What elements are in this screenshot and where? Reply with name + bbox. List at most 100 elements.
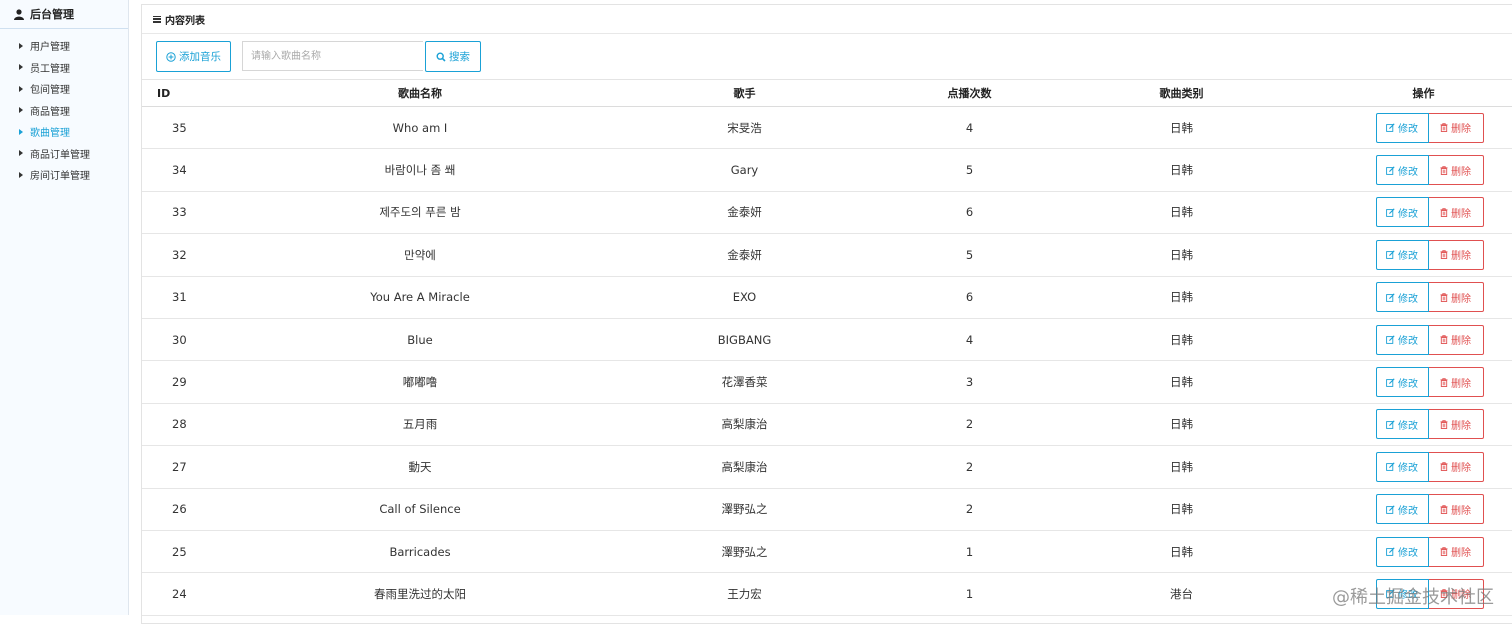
sidebar-item-label: 用户管理 (30, 42, 70, 54)
cell-category: 日韩 (1170, 375, 1193, 390)
cell-song-name: You Are A Miracle (370, 290, 470, 305)
edit-button[interactable]: 修改 (1375, 409, 1429, 440)
table-row: 26 Call of Silence 澤野弘之 2 日韩 修改 删除 (142, 488, 1512, 531)
delete-button[interactable]: 删除 (1428, 197, 1484, 228)
sidebar-item-label: 包间管理 (30, 85, 70, 97)
edit-button[interactable]: 修改 (1375, 578, 1429, 609)
edit-icon (1386, 420, 1395, 429)
delete-button[interactable]: 删除 (1428, 112, 1484, 143)
search-label: 搜索 (449, 51, 470, 63)
cell-song-name: 만약에 (404, 247, 436, 262)
cell-category: 日韩 (1170, 459, 1193, 474)
sidebar-item-label: 房间订单管理 (30, 171, 90, 183)
cell-actions: 修改 删除 (1335, 446, 1512, 488)
delete-label: 删除 (1451, 420, 1471, 432)
cell-singer: 宋旻浩 (727, 120, 762, 135)
edit-button[interactable]: 修改 (1375, 239, 1429, 270)
edit-button[interactable]: 修改 (1375, 367, 1429, 398)
edit-button[interactable]: 修改 (1375, 324, 1429, 355)
cell-category: 日韩 (1170, 417, 1193, 432)
cell-category: 日韩 (1170, 247, 1193, 262)
delete-button[interactable]: 删除 (1428, 409, 1484, 440)
cell-plays: 1 (965, 586, 974, 601)
edit-icon (1386, 208, 1395, 217)
edit-label: 修改 (1398, 378, 1418, 390)
sidebar-item[interactable]: 歌曲管理 (0, 121, 128, 143)
list-icon (153, 15, 161, 23)
sidebar-item-label: 员工管理 (30, 63, 70, 75)
cell-id: 34 (172, 163, 187, 178)
delete-button[interactable]: 删除 (1428, 578, 1484, 609)
cell-plays: 6 (965, 290, 974, 305)
trash-icon (1440, 335, 1448, 345)
user-icon (14, 8, 24, 20)
delete-button[interactable]: 删除 (1428, 451, 1484, 482)
cell-song-name: Blue (407, 332, 433, 347)
cell-actions: 修改 删除 (1335, 403, 1512, 445)
delete-button[interactable]: 删除 (1428, 367, 1484, 398)
caret-right-icon (19, 107, 23, 114)
cell-id: 26 (172, 502, 187, 517)
cell-singer: 高梨康治 (721, 459, 768, 474)
delete-button[interactable]: 删除 (1428, 494, 1484, 525)
cell-plays: 2 (965, 502, 974, 517)
cell-singer: 王力宏 (727, 586, 762, 601)
cell-plays: 4 (965, 332, 974, 347)
cell-id: 30 (172, 332, 187, 347)
search-button[interactable]: 搜索 (425, 41, 481, 72)
trash-icon (1440, 250, 1448, 260)
edit-button[interactable]: 修改 (1375, 494, 1429, 525)
cell-category: 日韩 (1170, 502, 1193, 517)
cell-actions: 修改 删除 (1335, 361, 1512, 403)
edit-icon (1386, 589, 1395, 599)
search-input[interactable] (242, 41, 423, 71)
delete-button[interactable]: 删除 (1428, 239, 1484, 270)
cell-actions: 修改 删除 (1335, 107, 1512, 149)
sidebar-item[interactable]: 房间订单管理 (0, 164, 128, 186)
sidebar-item[interactable]: 商品订单管理 (0, 143, 128, 165)
cell-plays: 2 (965, 459, 974, 474)
cell-actions: 修改 删除 (1335, 191, 1512, 233)
edit-label: 修改 (1398, 420, 1418, 432)
delete-label: 删除 (1451, 166, 1471, 178)
caret-right-icon (19, 171, 23, 178)
delete-button[interactable]: 删除 (1428, 282, 1484, 313)
edit-label: 修改 (1398, 208, 1418, 220)
table-row: 24 春雨里洗过的太阳 王力宏 1 港台 修改 删除 (142, 573, 1512, 616)
sidebar-item[interactable]: 用户管理 (0, 35, 128, 57)
header-song-name: 歌曲名称 (398, 87, 442, 100)
sidebar-item[interactable]: 员工管理 (0, 57, 128, 79)
add-music-button[interactable]: 添加音乐 (156, 41, 231, 72)
panel-title: 内容列表 (165, 15, 205, 27)
edit-label: 修改 (1398, 336, 1418, 348)
sidebar-item[interactable]: 包间管理 (0, 78, 128, 100)
trash-icon (1440, 208, 1448, 217)
sidebar-item[interactable]: 商品管理 (0, 100, 128, 122)
cell-singer: 金泰妍 (727, 247, 762, 262)
edit-button[interactable]: 修改 (1375, 155, 1429, 186)
sidebar: 后台管理 用户管理 员工管理 包间管理 商品管理 歌曲管理 商品订单管理 房间订单管理 (0, 0, 129, 615)
edit-button[interactable]: 修改 (1375, 282, 1429, 313)
edit-icon (1386, 462, 1395, 472)
cell-actions: 修改 删除 (1335, 276, 1512, 318)
edit-button[interactable]: 修改 (1375, 197, 1429, 228)
trash-icon (1440, 462, 1448, 472)
edit-button[interactable]: 修改 (1375, 112, 1429, 143)
table-row: 34 바람이나 좀 쐐 Gary 5 日韩 修改 删除 (142, 149, 1512, 192)
delete-button[interactable]: 删除 (1428, 155, 1484, 186)
cell-plays: 6 (965, 205, 974, 220)
table-row: 32 만약에 金泰妍 5 日韩 修改 删除 (142, 234, 1512, 277)
cell-singer: BIGBANG (717, 332, 772, 347)
cell-id: 24 (172, 586, 187, 601)
add-music-label: 添加音乐 (179, 51, 221, 63)
cell-singer: 金泰妍 (727, 205, 762, 220)
delete-label: 删除 (1451, 336, 1471, 348)
edit-button[interactable]: 修改 (1375, 536, 1429, 567)
edit-label: 修改 (1398, 590, 1418, 602)
delete-button[interactable]: 删除 (1428, 324, 1484, 355)
edit-label: 修改 (1398, 505, 1418, 517)
delete-label: 删除 (1451, 505, 1471, 517)
cell-plays: 5 (965, 247, 974, 262)
edit-button[interactable]: 修改 (1375, 451, 1429, 482)
delete-button[interactable]: 删除 (1428, 536, 1484, 567)
